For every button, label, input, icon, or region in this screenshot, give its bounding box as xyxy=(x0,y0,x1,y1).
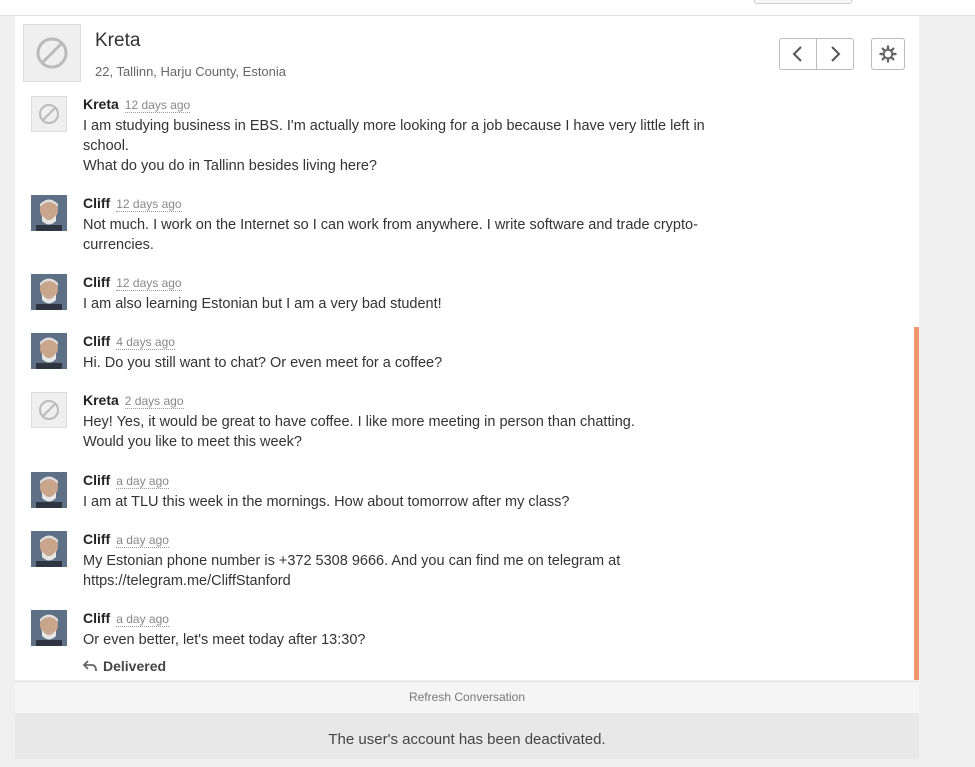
gear-icon xyxy=(879,45,897,63)
sender-avatar[interactable] xyxy=(31,472,67,508)
message-text: I am also learning Estonian but I am a v… xyxy=(83,296,442,312)
message-text: I am studying business in EBS. I'm actua… xyxy=(83,118,705,174)
no-photo-icon xyxy=(39,104,59,124)
delivered-label: Delivered xyxy=(103,658,167,674)
message-text: Or even better, let's meet today after 1… xyxy=(83,632,366,648)
scrollbar-thumb[interactable] xyxy=(914,327,919,680)
chevron-right-icon xyxy=(831,46,841,62)
profile-avatar[interactable] xyxy=(23,24,81,82)
sender-avatar[interactable] xyxy=(31,531,67,567)
message-author[interactable]: Cliff xyxy=(83,610,110,626)
message-time: a day ago xyxy=(116,533,169,548)
no-photo-icon xyxy=(39,400,59,420)
sender-avatar[interactable] xyxy=(31,96,67,132)
message-author[interactable]: Cliff xyxy=(83,274,110,290)
user-photo xyxy=(31,274,67,310)
chevron-left-icon xyxy=(792,46,802,62)
user-photo xyxy=(31,531,67,567)
user-photo xyxy=(31,610,67,646)
refresh-conversation-button[interactable]: Refresh Conversation xyxy=(15,681,919,714)
top-bar xyxy=(0,0,975,16)
message-time: a day ago xyxy=(116,474,169,489)
message-text: My Estonian phone number is +372 5308 96… xyxy=(83,553,621,589)
contact-name[interactable]: Kreta xyxy=(95,30,140,52)
message-author[interactable]: Cliff xyxy=(83,472,110,488)
account-deactivated-notice: The user's account has been deactivated. xyxy=(15,713,919,759)
message-time: 12 days ago xyxy=(116,197,182,212)
sender-avatar[interactable] xyxy=(31,333,67,369)
sender-avatar[interactable] xyxy=(31,610,67,646)
user-photo xyxy=(31,472,67,508)
message-time: 2 days ago xyxy=(124,394,184,409)
message-time: 4 days ago xyxy=(116,335,175,350)
message-time: a day ago xyxy=(116,612,169,627)
no-photo-icon xyxy=(36,37,68,69)
message-text: I am at TLU this week in the mornings. H… xyxy=(83,494,570,510)
message-author[interactable]: Kreta xyxy=(83,392,119,408)
message-text: Hi. Do you still want to chat? Or even m… xyxy=(83,355,443,371)
delivery-status: Delivered xyxy=(83,658,166,674)
contact-location: 22, Tallinn, Harju County, Estonia xyxy=(95,64,287,79)
settings-button[interactable] xyxy=(871,38,905,70)
conversation-nav xyxy=(779,38,854,70)
top-bar-button[interactable] xyxy=(754,0,852,4)
message-time: 12 days ago xyxy=(124,98,191,113)
message-author[interactable]: Kreta xyxy=(83,96,119,112)
previous-button[interactable] xyxy=(780,39,816,69)
sender-avatar[interactable] xyxy=(31,392,67,428)
message-text: Hey! Yes, it would be great to have coff… xyxy=(83,414,635,450)
message-time: 12 days ago xyxy=(116,276,182,291)
message-author[interactable]: Cliff xyxy=(83,195,110,211)
user-photo xyxy=(31,333,67,369)
message-text: Not much. I work on the Internet so I ca… xyxy=(83,217,698,253)
reply-icon xyxy=(83,660,97,672)
message-author[interactable]: Cliff xyxy=(83,333,110,349)
user-photo xyxy=(31,195,67,231)
conversation-panel: Kreta 22, Tallinn, Harju County, Estonia xyxy=(15,16,919,680)
sender-avatar[interactable] xyxy=(31,274,67,310)
sender-avatar[interactable] xyxy=(31,195,67,231)
next-button[interactable] xyxy=(816,39,853,69)
message-author[interactable]: Cliff xyxy=(83,531,110,547)
